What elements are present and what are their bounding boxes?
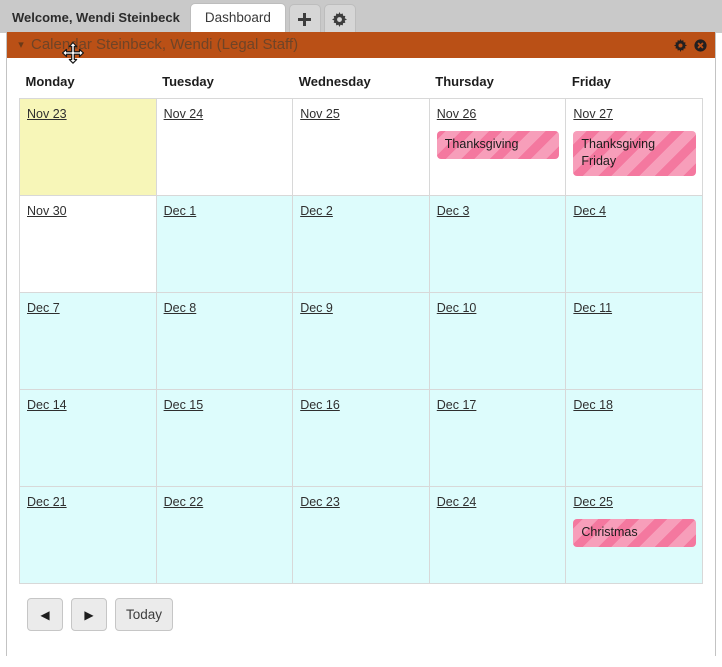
calendar-week-row: Nov 23 Nov 24 Nov 25 Nov 26 Thanksgiving Nov …: [19, 98, 703, 196]
day-header-monday: Monday: [25, 74, 75, 89]
calendar-day-cell[interactable]: Dec 8: [155, 292, 294, 390]
calendar-event[interactable]: Christmas: [573, 519, 696, 547]
arrow-right-icon: ▶: [84, 607, 94, 622]
day-date-link[interactable]: Dec 22: [164, 495, 204, 510]
calendar-day-cell[interactable]: Dec 21: [19, 486, 157, 584]
calendar-day-cell[interactable]: Dec 15: [155, 389, 294, 487]
calendar-event[interactable]: Thanksgiving: [436, 131, 560, 159]
day-date-link[interactable]: Dec 4: [573, 204, 606, 219]
arrow-left-icon: ◀: [40, 607, 50, 622]
calendar-day-cell[interactable]: Dec 7: [19, 292, 157, 390]
day-date-link[interactable]: Dec 14: [27, 398, 67, 413]
day-date-link[interactable]: Nov 25: [300, 107, 340, 122]
day-header-friday: Friday: [571, 74, 611, 89]
day-date-link[interactable]: Dec 8: [164, 301, 197, 316]
portlet-close-button[interactable]: [694, 38, 707, 52]
calendar-week-row: Dec 7 Dec 8 Dec 9 Dec 10 Dec 11: [19, 292, 703, 390]
portlet-header[interactable]: ▾ Calendar Steinbeck, Wendi (Legal Staff…: [7, 32, 715, 58]
day-date-link[interactable]: Dec 10: [437, 301, 477, 316]
day-date-link[interactable]: Dec 9: [300, 301, 333, 316]
day-date-link[interactable]: Dec 11: [573, 301, 612, 316]
calendar-day-cell[interactable]: Dec 24: [428, 486, 567, 584]
calendar-day-cell[interactable]: Dec 25 Christmas: [565, 486, 703, 584]
day-header-tuesday: Tuesday: [162, 74, 214, 89]
calendar-day-cell[interactable]: Dec 14: [19, 389, 157, 487]
calendar-day-cell[interactable]: Dec 3: [428, 195, 567, 293]
day-date-link[interactable]: Dec 17: [437, 398, 477, 413]
day-date-link[interactable]: Dec 18: [573, 398, 613, 413]
calendar-day-cell[interactable]: Nov 23: [19, 98, 157, 196]
day-date-link[interactable]: Dec 23: [300, 495, 340, 510]
calendar-day-cell[interactable]: Nov 24: [155, 98, 294, 196]
day-date-link[interactable]: Dec 21: [27, 495, 67, 510]
portlet-title: Calendar Steinbeck, Wendi (Legal Staff): [31, 36, 299, 53]
calendar-day-cell[interactable]: Nov 30: [19, 195, 157, 293]
day-date-link[interactable]: Nov 27: [573, 107, 613, 122]
calendar-day-cell[interactable]: Dec 17: [428, 389, 567, 487]
calendar-week-row: Nov 30 Dec 1 Dec 2 Dec 3 Dec 4: [19, 195, 703, 293]
day-date-link[interactable]: Nov 30: [27, 204, 67, 219]
add-tab-button[interactable]: [288, 4, 321, 33]
portlet-tools: [674, 38, 707, 52]
welcome-message: Welcome, Wendi Steinbeck: [12, 10, 180, 25]
day-header-wednesday: Wednesday: [298, 74, 371, 89]
calendar-day-cell[interactable]: Dec 18: [565, 389, 703, 487]
calendar-header-row: Monday Tuesday Wednesday Thursday Friday: [20, 70, 703, 99]
calendar-weeks: Nov 23 Nov 24 Nov 25 Nov 26 Thanksgiving Nov …: [19, 98, 703, 584]
calendar-day-cell[interactable]: Dec 1: [155, 195, 294, 293]
plus-icon: [298, 12, 312, 26]
chevron-down-icon[interactable]: ▾: [13, 39, 29, 51]
day-date-link[interactable]: Dec 2: [300, 204, 333, 219]
day-date-link[interactable]: Nov 26: [437, 107, 477, 122]
calendar-day-cell[interactable]: Dec 11: [565, 292, 703, 390]
day-date-link[interactable]: Dec 15: [164, 398, 204, 413]
calendar-grid: Monday Tuesday Wednesday Thursday Friday…: [19, 70, 703, 584]
day-date-link[interactable]: Dec 1: [164, 204, 197, 219]
tab-dashboard[interactable]: Dashboard: [189, 3, 286, 33]
calendar-event[interactable]: Thanksgiving Friday: [573, 131, 696, 176]
gear-icon: [674, 38, 687, 52]
tab-strip: Dashboard: [189, 3, 356, 33]
calendar-week-row: Dec 21 Dec 22 Dec 23 Dec 24 Dec 25 Christmas: [19, 486, 703, 584]
calendar-day-cell[interactable]: Nov 27 Thanksgiving Friday: [565, 98, 703, 196]
today-button[interactable]: Today: [115, 598, 174, 631]
top-bar: Welcome, Wendi Steinbeck Dashboard: [0, 0, 722, 33]
day-date-link[interactable]: Nov 24: [164, 107, 204, 122]
close-icon: [694, 38, 707, 52]
calendar-day-cell[interactable]: Dec 22: [155, 486, 294, 584]
calendar-nav: ◀ ▶ Today: [7, 584, 715, 631]
calendar-day-cell[interactable]: Dec 23: [292, 486, 430, 584]
gear-icon: [332, 11, 348, 27]
calendar-portlet: ▾ Calendar Steinbeck, Wendi (Legal Staff…: [6, 32, 716, 667]
prev-week-button[interactable]: ◀: [27, 598, 63, 631]
calendar-day-cell[interactable]: Dec 9: [292, 292, 430, 390]
portlet-settings-button[interactable]: [674, 38, 687, 52]
day-date-link[interactable]: Dec 3: [437, 204, 470, 219]
calendar-day-cell[interactable]: Dec 2: [292, 195, 430, 293]
calendar-week-row: Dec 14 Dec 15 Dec 16 Dec 17 Dec 18: [19, 389, 703, 487]
day-header-thursday: Thursday: [435, 74, 494, 89]
calendar-day-cell[interactable]: Nov 26 Thanksgiving: [428, 98, 567, 196]
day-date-link[interactable]: Dec 7: [27, 301, 60, 316]
calendar-day-cell[interactable]: Nov 25: [292, 98, 430, 196]
tab-settings-button[interactable]: [323, 4, 356, 33]
calendar-day-cell[interactable]: Dec 4: [565, 195, 703, 293]
day-date-link[interactable]: Dec 16: [300, 398, 340, 413]
portlet-body: Monday Tuesday Wednesday Thursday Friday…: [7, 70, 715, 667]
day-date-link[interactable]: Nov 23: [27, 107, 67, 122]
calendar-day-cell[interactable]: Dec 16: [292, 389, 430, 487]
next-week-button[interactable]: ▶: [71, 598, 107, 631]
day-date-link[interactable]: Dec 25: [573, 495, 613, 510]
calendar-day-cell[interactable]: Dec 10: [428, 292, 567, 390]
day-date-link[interactable]: Dec 24: [437, 495, 477, 510]
